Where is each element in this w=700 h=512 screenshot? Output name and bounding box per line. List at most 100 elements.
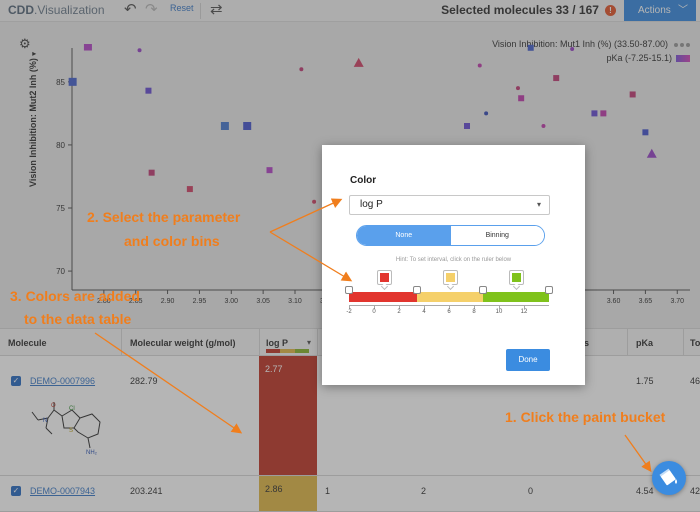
data-point — [312, 199, 317, 204]
bin-segment[interactable] — [349, 292, 417, 302]
ruler-tick-label: -2 — [346, 309, 352, 315]
data-point — [266, 167, 273, 174]
svg-text:N: N — [43, 418, 47, 424]
data-point — [518, 95, 525, 102]
toggle-binning[interactable]: Binning — [450, 226, 544, 245]
done-button[interactable]: Done — [506, 349, 550, 371]
ruler-tick-label: 8 — [472, 309, 476, 315]
selected-molecules: Selected molecules 33 / 167 ! — [441, 3, 616, 17]
bin-handle[interactable] — [479, 286, 487, 294]
undo-icon[interactable]: ↶ — [124, 1, 137, 19]
mw-value: 203.241 — [130, 486, 163, 496]
toggle-none[interactable]: None — [357, 226, 451, 245]
y-axis-title[interactable]: Vision Inhibition: Mut2 Inh (%) ▾ — [28, 52, 38, 187]
col-molecule[interactable]: Molecule — [8, 338, 47, 348]
alert-icon[interactable]: ! — [605, 5, 616, 16]
col-molecular-weight[interactable]: Molecular weight (g/mol) — [130, 338, 236, 348]
x-tick-label: 2.95 — [193, 298, 207, 305]
color-parameter-select[interactable]: log P ▾ — [349, 195, 550, 215]
annotation-step3-line2: to the data table — [24, 311, 132, 327]
data-point — [527, 44, 534, 51]
svg-text:O: O — [51, 403, 56, 409]
top-toolbar: CDD.Visualization ↶ ↷ Reset ⇄ Selected m… — [0, 0, 700, 22]
y-tick-label: 85 — [56, 78, 65, 87]
toolbar-divider — [200, 3, 201, 19]
annotation-step3: 3. Colors are added — [10, 288, 140, 304]
data-point — [137, 48, 142, 53]
sort-chevron-icon[interactable]: ▾ — [307, 338, 311, 347]
color-dialog: Color log P ▾ None Binning Hint: To set i… — [322, 145, 585, 385]
col-total[interactable]: To — [690, 338, 700, 348]
data-point — [477, 63, 482, 68]
swap-axes-icon[interactable]: ⇄ — [210, 1, 223, 19]
svg-text:S: S — [69, 428, 73, 434]
logp-cell: 2.77 — [259, 356, 317, 475]
x-tick-label: 3.60 — [607, 298, 621, 305]
x-tick-label: 3.00 — [224, 298, 238, 305]
paint-bucket-button[interactable] — [652, 461, 686, 495]
data-point — [541, 124, 546, 128]
pka-value: 4.54 — [636, 486, 654, 496]
x-tick-label: 3.05 — [256, 298, 270, 305]
svg-text:Cl: Cl — [69, 406, 75, 412]
bin-segment[interactable] — [483, 292, 549, 302]
ruler-hint: Hint: To set interval, click on the rule… — [395, 257, 512, 263]
binning-toggle: None Binning — [356, 225, 545, 246]
pka-value: 1.75 — [636, 376, 654, 386]
bin-color-swatch[interactable] — [509, 270, 524, 291]
reset-button[interactable]: Reset — [170, 3, 194, 13]
selected-count: 33 / 167 — [555, 3, 599, 17]
data-point — [220, 122, 229, 130]
data-point — [646, 148, 657, 158]
app-logo: CDD.Visualization — [8, 3, 105, 17]
actions-button[interactable]: Actions ﹀ — [624, 0, 696, 21]
data-point — [353, 57, 364, 67]
x-tick-label: 3.10 — [288, 298, 302, 305]
data-point — [600, 110, 607, 117]
ruler-tick-label: 4 — [422, 309, 426, 315]
x-tick-label: 2.90 — [161, 298, 175, 305]
ruler-tick-label: 6 — [447, 309, 451, 315]
col-logp[interactable]: log P — [266, 338, 288, 348]
data-point — [83, 44, 92, 51]
cell-value: 2 — [421, 486, 427, 496]
logp-color-bins-bar — [266, 349, 309, 353]
annotation-step2: 2. Select the parameter — [87, 209, 241, 225]
bin-handle[interactable] — [345, 286, 353, 294]
data-point — [553, 75, 560, 82]
logp-cell: 2.86 — [259, 476, 317, 511]
data-point — [570, 47, 575, 52]
bin-color-swatch[interactable] — [377, 270, 392, 291]
data-point — [464, 123, 471, 129]
bin-color-swatch[interactable] — [443, 270, 458, 291]
svg-text:NH₂: NH₂ — [86, 450, 98, 456]
ruler-tick-label: 0 — [372, 309, 376, 315]
y-tick-label: 75 — [56, 204, 65, 213]
table-row[interactable]: ✓ DEMO-0007943 203.241 2.86 1 2 0 4.54 4… — [0, 476, 700, 512]
bin-handle[interactable] — [413, 286, 421, 294]
redo-icon[interactable]: ↷ — [145, 1, 158, 19]
row-checkbox[interactable]: ✓ — [11, 376, 21, 386]
data-point — [484, 111, 489, 116]
paint-bucket-icon — [659, 468, 677, 486]
data-point — [68, 77, 77, 86]
total-value: 46 — [690, 376, 700, 386]
dialog-title: Color — [350, 175, 377, 186]
x-tick-label: 3.70 — [670, 298, 684, 305]
row-checkbox[interactable]: ✓ — [11, 486, 21, 496]
data-point — [243, 122, 252, 130]
ruler-tick-label: 10 — [495, 309, 503, 315]
molecule-link[interactable]: DEMO-0007996 — [30, 376, 95, 386]
bin-handle[interactable] — [545, 286, 553, 294]
data-point — [148, 169, 155, 176]
mw-value: 282.79 — [130, 376, 158, 386]
molecule-link[interactable]: DEMO-0007943 — [30, 486, 95, 496]
col-pka[interactable]: pKa — [636, 338, 653, 348]
caret-down-icon: ▾ — [536, 200, 541, 209]
data-point — [145, 87, 152, 94]
bin-segment[interactable] — [417, 292, 483, 302]
cell-value: 1 — [325, 486, 331, 496]
data-point — [629, 91, 636, 98]
total-value: 42 — [690, 486, 700, 496]
data-point — [591, 110, 598, 117]
